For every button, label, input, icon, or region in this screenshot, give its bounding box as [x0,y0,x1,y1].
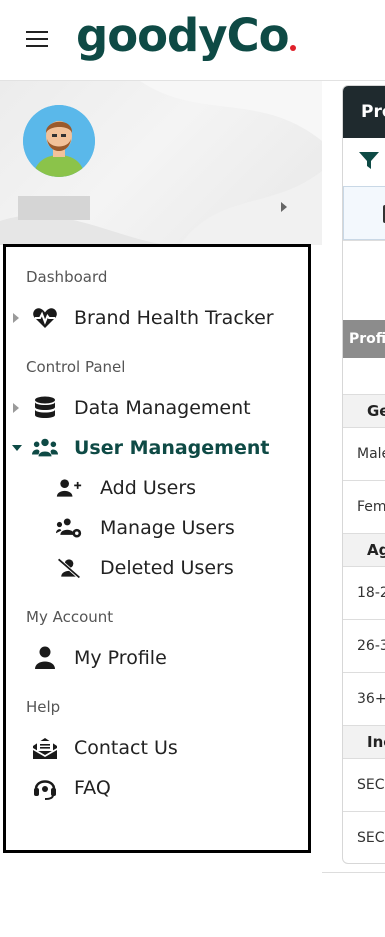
profile-card: Pro Profi Ge Male Fem Ag 18-2 26-3 36+ I… [342,85,385,864]
row-age-2: 26-3 [357,638,385,654]
row-sec-1: SEC [357,777,385,793]
filter-icon[interactable] [359,152,379,174]
nav-manage-users[interactable]: Manage Users [6,510,306,546]
headset-icon [32,775,58,801]
database-icon [32,395,58,421]
top-bar: goodyCo [0,0,385,81]
section-dashboard: Dashboard [26,268,108,286]
filter-row [343,138,385,186]
nav-label: FAQ [74,777,111,799]
profile-expand-caret-icon[interactable] [281,202,287,212]
content-divider [322,872,385,873]
nav-my-profile[interactable]: My Profile [6,640,306,676]
nav-user-management[interactable]: User Management [6,430,306,466]
group-gender: Ge [343,395,385,427]
sidebar: Dashboard Brand Health Tracker Control P… [0,81,323,937]
nav-label: Contact Us [74,737,178,759]
nav-data-management[interactable]: Data Management [6,390,306,426]
users-group-icon [32,435,58,461]
section-help: Help [26,698,61,716]
nav-add-users[interactable]: Add Users [6,470,306,506]
user-slash-icon [56,555,82,581]
user-name-placeholder [18,196,90,220]
user-plus-icon [56,475,82,501]
logo-dot [289,45,296,51]
section-control-panel: Control Panel [26,358,126,376]
avatar-illustration [23,105,95,177]
profile-banner [0,81,322,245]
expand-caret-icon[interactable] [13,403,19,413]
navigation-menu: Dashboard Brand Health Tracker Control P… [3,244,311,853]
group-income: Inc [343,726,385,758]
expand-caret-icon[interactable] [13,313,19,323]
nav-label: Deleted Users [100,557,234,579]
card-header: Pro [343,86,385,138]
users-gear-icon [56,515,82,541]
collapse-caret-icon[interactable] [12,445,22,451]
main-content: Pro Profi Ge Male Fem Ag 18-2 26-3 36+ I… [322,81,385,937]
row-female: Fem [357,499,385,515]
section-my-account: My Account [26,608,114,626]
nav-faq[interactable]: FAQ [6,770,306,806]
table-header-profile: Profi [343,320,385,358]
nav-label: Manage Users [100,517,235,539]
nav-label: Data Management [74,397,251,419]
row-age-1: 18-2 [357,585,385,601]
nav-label: My Profile [74,647,167,669]
row-male: Male [357,446,385,462]
nav-contact-us[interactable]: Contact Us [6,730,306,766]
user-avatar[interactable] [23,105,95,177]
goodyco-logo[interactable]: goodyCo [76,4,296,68]
hamburger-menu-icon[interactable] [26,31,48,48]
nav-deleted-users[interactable]: Deleted Users [6,550,306,586]
nav-brand-health-tracker[interactable]: Brand Health Tracker [6,300,306,336]
nav-label: Add Users [100,477,197,499]
group-age: Ag [343,534,385,566]
filter-chip[interactable] [343,186,385,240]
nav-label: User Management [74,437,270,459]
nav-label: Brand Health Tracker [74,307,274,329]
envelope-open-text-icon [32,735,58,761]
row-sec-2: SEC [357,830,385,846]
user-icon [32,645,58,671]
heartbeat-icon [32,305,58,331]
row-age-3: 36+ [357,691,385,707]
